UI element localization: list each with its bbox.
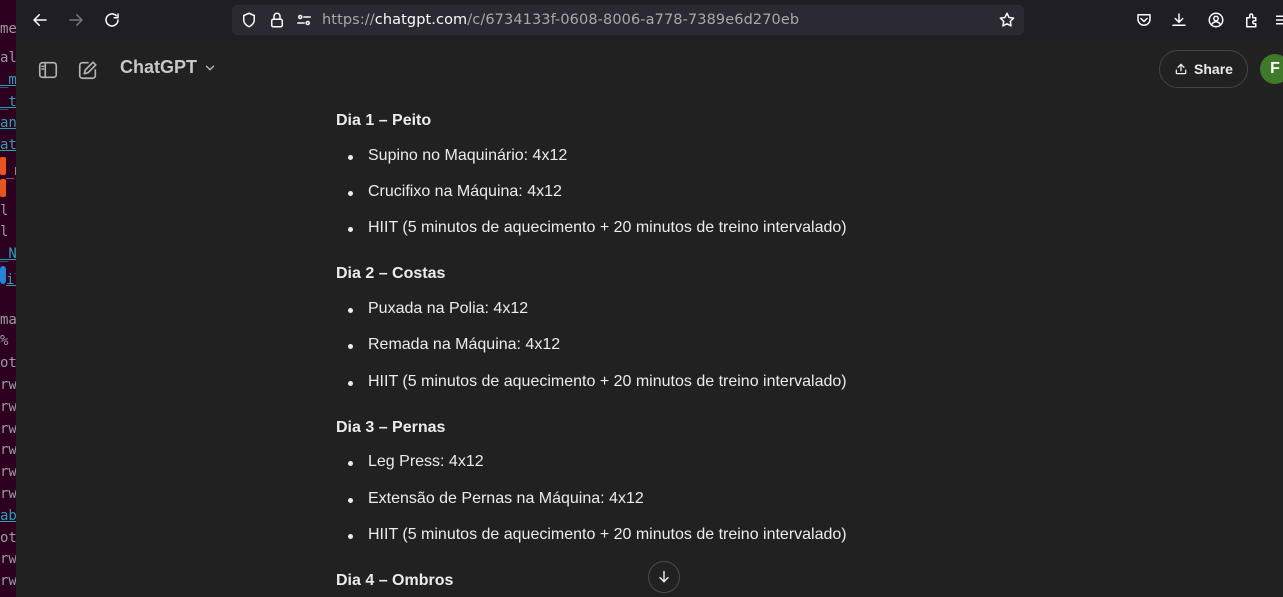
- terminal-line: me: [0, 21, 16, 37]
- lock-icon[interactable]: [268, 11, 286, 29]
- terminal-line: _t: [0, 93, 16, 110]
- list-item: HIIT (5 minutos de aquecimento + 20 minu…: [348, 219, 847, 237]
- sidebar-toggle-icon[interactable]: [36, 58, 60, 82]
- terminal-line: ot: [0, 529, 16, 546]
- list-item: Supino no Maquinário: 4x12: [348, 147, 567, 165]
- terminal-line: ma: [0, 311, 16, 328]
- back-icon[interactable]: [28, 8, 52, 32]
- menu-icon[interactable]: [1270, 8, 1283, 32]
- day-title: Dia 3 – Pernas: [336, 419, 446, 436]
- new-chat-icon[interactable]: [76, 58, 100, 82]
- share-label: Share: [1194, 61, 1233, 77]
- terminal-line: %: [0, 333, 9, 350]
- terminal-line: l: [0, 202, 9, 219]
- terminal-line: il: [6, 271, 16, 288]
- shield-icon[interactable]: [240, 11, 258, 29]
- list-item-text: Crucifixo na Máquina: 4x12: [368, 183, 562, 200]
- url-scheme: https://: [322, 12, 375, 28]
- list-item-text: HIIT (5 minutos de aquecimento + 20 minu…: [368, 373, 847, 390]
- terminal-line: an: [0, 115, 16, 132]
- terminal-line: rw: [0, 485, 16, 502]
- terminal-line: rw: [0, 420, 16, 437]
- url-host: chatgpt.com: [374, 12, 468, 28]
- terminal-line: rw: [0, 442, 16, 459]
- terminal-line: rw: [0, 376, 16, 393]
- terminal-line: l: [0, 224, 9, 241]
- list-item: Remada na Máquina: 4x12: [348, 336, 560, 354]
- chat-app: ChatGPT Share F Dia 1 – Peito Supino no …: [16, 40, 1283, 597]
- brand-label: ChatGPT: [120, 57, 198, 77]
- terminal-line: _N: [0, 246, 16, 263]
- day-title: Dia 1 – Peito: [336, 112, 432, 129]
- terminal-line: _m: [6, 162, 16, 179]
- arrow-down-icon: [659, 570, 669, 583]
- permissions-icon[interactable]: [295, 11, 313, 29]
- terminal-fragment: al _m _t an at _m l l _N il ma % ot rw r…: [0, 40, 16, 597]
- model-selector[interactable]: ChatGPT: [120, 57, 217, 78]
- terminal-line: rw: [0, 551, 16, 568]
- list-item-text: Remada na Máquina: 4x12: [368, 336, 561, 353]
- share-icon: [1175, 63, 1187, 75]
- terminal-line: _m: [0, 71, 16, 88]
- terminal-line: ab: [0, 507, 16, 524]
- terminal-line: rw: [0, 464, 16, 481]
- url-bar[interactable]: https://chatgpt.com/c/6734133f-0608-8006…: [232, 5, 1024, 35]
- downloads-icon[interactable]: [1167, 8, 1191, 32]
- terminal-line: at: [0, 137, 16, 154]
- list-item-text: Supino no Maquinário: 4x12: [368, 147, 568, 164]
- terminal-line: ot: [0, 355, 16, 372]
- list-item: Extensão de Pernas na Máquina: 4x12: [348, 490, 644, 508]
- list-item-text: HIIT (5 minutos de aquecimento + 20 minu…: [368, 526, 847, 543]
- terminal-line: rw: [0, 573, 16, 590]
- list-item: HIIT (5 minutos de aquecimento + 20 minu…: [348, 373, 847, 391]
- list-item: Crucifixo na Máquina: 4x12: [348, 183, 562, 201]
- forward-icon[interactable]: [64, 8, 88, 32]
- list-item-text: Puxada na Polia: 4x12: [368, 300, 529, 317]
- terminal-fragment-top: me: [0, 0, 16, 40]
- list-item-text: HIIT (5 minutos de aquecimento + 20 minu…: [368, 219, 847, 236]
- list-item-text: Extensão de Pernas na Máquina: 4x12: [368, 490, 644, 507]
- account-icon[interactable]: [1204, 8, 1228, 32]
- pocket-icon[interactable]: [1132, 8, 1156, 32]
- list-item-text: Leg Press: 4x12: [368, 453, 484, 470]
- bookmark-star-icon[interactable]: [998, 11, 1016, 29]
- scroll-to-bottom-button[interactable]: [648, 561, 680, 593]
- url-path: /c/6734133f-0608-8006-a778-7389e6d270eb: [467, 12, 800, 28]
- reload-icon[interactable]: [100, 8, 124, 32]
- app-header: ChatGPT Share F: [16, 40, 1283, 100]
- terminal-line: al: [0, 50, 16, 66]
- list-item: Puxada na Polia: 4x12: [348, 300, 528, 318]
- extensions-icon[interactable]: [1240, 8, 1264, 32]
- day-title: Dia 4 – Ombros: [336, 572, 454, 589]
- app-dock-icon: [0, 178, 6, 197]
- list-item: HIIT (5 minutos de aquecimento + 20 minu…: [348, 526, 847, 544]
- chevron-down-icon: [205, 65, 215, 71]
- share-button[interactable]: Share: [1159, 50, 1248, 88]
- terminal-line: rw: [0, 398, 16, 415]
- day-title: Dia 2 – Costas: [336, 265, 446, 282]
- avatar[interactable]: F: [1260, 54, 1283, 84]
- browser-toolbar: https://chatgpt.com/c/6734133f-0608-8006…: [0, 0, 1283, 40]
- list-item: Leg Press: 4x12: [348, 453, 484, 471]
- url-text[interactable]: https://chatgpt.com/c/6734133f-0608-8006…: [322, 12, 799, 28]
